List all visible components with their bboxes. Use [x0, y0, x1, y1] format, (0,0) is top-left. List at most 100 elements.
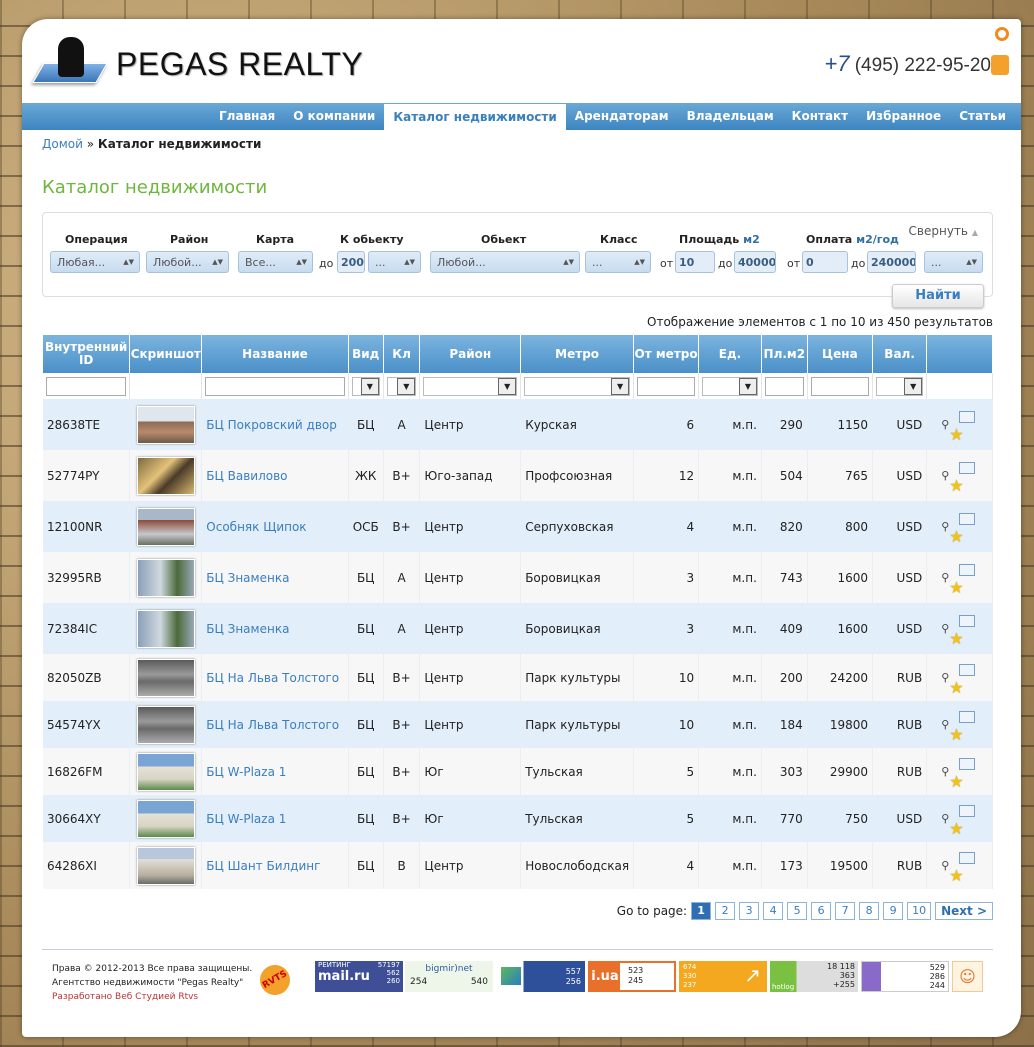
currency-filter-select[interactable]: ▼ [876, 376, 924, 396]
collapse-filter-link[interactable]: Свернуть ▲ [909, 224, 978, 238]
stat-counter[interactable]: 557 256 [497, 961, 585, 992]
property-thumbnail[interactable] [136, 705, 195, 744]
table-row[interactable]: 82050ZB БЦ На Льва Толстого БЦ B+ Центр Парк … [43, 654, 993, 701]
property-name-link[interactable]: БЦ Шант Билдинг [206, 859, 320, 873]
nav-item-home[interactable]: Главная [210, 103, 284, 130]
page-10-button[interactable]: 10 [907, 902, 932, 920]
nav-item-contact[interactable]: Контакт [783, 103, 858, 130]
liveinternet-counter[interactable]: 674 330 237 ↗ [679, 961, 767, 992]
col-header-metro[interactable]: Метро [520, 335, 635, 373]
table-row[interactable]: 28638TE БЦ Покровский двор БЦ A Центр Курская… [43, 399, 993, 450]
envelope-icon[interactable] [959, 804, 976, 817]
star-icon[interactable]: ★ [949, 578, 963, 597]
class-filter-select[interactable]: ▼ [386, 376, 417, 396]
table-row[interactable]: 12100NR Особняк Щипок ОСБ B+ Центр Серпуховск… [43, 501, 993, 552]
table-row[interactable]: 52774PY БЦ Вавилово ЖК B+ Юго-запад Профсоюзн… [43, 450, 993, 501]
star-icon[interactable]: ★ [949, 629, 963, 648]
property-thumbnail[interactable] [136, 507, 195, 546]
distance-filter-input[interactable] [637, 376, 696, 396]
payment-from-input[interactable]: 0 [802, 251, 848, 273]
envelope-icon[interactable] [959, 663, 976, 676]
to-object-select[interactable]: ... ▲▼ [368, 251, 421, 273]
next-page-button[interactable]: Next > [935, 902, 993, 920]
star-icon[interactable]: ★ [949, 476, 963, 495]
mailru-counter[interactable]: РЕЙТИНГ 57197 mail.ru 562 260 [315, 961, 403, 992]
envelope-icon[interactable] [959, 512, 976, 525]
table-row[interactable]: 30664XY БЦ W-Plaza 1 БЦ B+ Юг Тульская 5 м.п. 77… [43, 795, 993, 842]
envelope-icon[interactable] [959, 410, 976, 423]
property-name-link[interactable]: БЦ W-Plaza 1 [206, 812, 286, 826]
property-thumbnail[interactable] [136, 752, 195, 791]
rss-icon[interactable] [991, 55, 1009, 75]
col-header-area[interactable]: Пл.м2 [761, 335, 808, 373]
envelope-icon[interactable] [959, 757, 976, 770]
type-filter-select[interactable]: ▼ [351, 376, 380, 396]
page-6-button[interactable]: 6 [811, 902, 832, 920]
col-header-class[interactable]: Кл [383, 335, 421, 373]
developer-link[interactable]: Разработано Веб Студией Rtvs [52, 990, 252, 1004]
nav-item-about[interactable]: О компании [284, 103, 384, 130]
nav-item-favorites[interactable]: Избранное [857, 103, 950, 130]
table-row[interactable]: 72384IC БЦ Знаменка БЦ A Центр Боровицкая 3 м.п… [43, 603, 993, 654]
page-1-button[interactable]: 1 [691, 902, 712, 920]
col-header-id[interactable]: Внутренний ID [43, 335, 131, 373]
id-filter-input[interactable] [46, 376, 127, 396]
envelope-icon[interactable] [959, 461, 976, 474]
property-thumbnail[interactable] [136, 558, 195, 597]
rvts-logo[interactable]: RVTS [254, 959, 296, 1001]
property-name-link[interactable]: БЦ Покровский двор [206, 418, 337, 432]
envelope-icon[interactable] [959, 710, 976, 723]
area-to-input[interactable]: 40000 [734, 251, 776, 273]
property-thumbnail[interactable] [136, 456, 195, 495]
star-icon[interactable]: ★ [949, 772, 963, 791]
table-row[interactable]: 32995RB БЦ Знаменка БЦ A Центр Боровицкая 3 м.п… [43, 552, 993, 603]
nav-item-owners[interactable]: Владельцам [678, 103, 783, 130]
people-icon[interactable]: ☺ [952, 961, 983, 992]
star-icon[interactable]: ★ [949, 678, 963, 697]
to-object-distance-input[interactable]: 200 [337, 251, 365, 273]
page-4-button[interactable]: 4 [763, 902, 784, 920]
operation-select[interactable]: Любая... ▲▼ [50, 251, 140, 273]
envelope-icon[interactable] [959, 563, 976, 576]
property-thumbnail[interactable] [136, 405, 195, 444]
area-from-input[interactable]: 10 [675, 251, 715, 273]
property-name-link[interactable]: БЦ Знаменка [206, 622, 289, 636]
star-icon[interactable]: ★ [949, 819, 963, 838]
col-header-currency[interactable]: Вал. [872, 335, 928, 373]
district-filter-select[interactable]: ▼ [423, 376, 518, 396]
envelope-icon[interactable] [959, 614, 976, 627]
property-name-link[interactable]: БЦ Знаменка [206, 571, 289, 585]
map-select[interactable]: Все... ▲▼ [238, 251, 313, 273]
hotlog-counter[interactable]: hotlog 18 118 363 +255 [770, 961, 858, 992]
table-row[interactable]: 16826FM БЦ W-Plaza 1 БЦ B+ Юг Тульская 5 м.п. 30… [43, 748, 993, 795]
payment-to-input[interactable]: 240000 [867, 251, 916, 273]
find-button[interactable]: Найти [892, 284, 984, 308]
property-name-link[interactable]: Особняк Щипок [206, 520, 306, 534]
col-header-unit[interactable]: Ед. [698, 335, 762, 373]
payment-select[interactable]: ... ▲▼ [924, 251, 983, 273]
star-icon[interactable]: ★ [949, 425, 963, 444]
col-header-type[interactable]: Вид [348, 335, 384, 373]
property-name-link[interactable]: БЦ Вавилово [206, 469, 287, 483]
property-name-link[interactable]: БЦ W-Plaza 1 [206, 765, 286, 779]
table-row[interactable]: 54574YX БЦ На Льва Толстого БЦ B+ Центр Парк … [43, 701, 993, 748]
property-thumbnail[interactable] [136, 846, 195, 885]
envelope-icon[interactable] [959, 851, 976, 864]
page-9-button[interactable]: 9 [883, 902, 904, 920]
property-name-link[interactable]: БЦ На Льва Толстого [206, 671, 339, 685]
property-thumbnail[interactable] [136, 609, 195, 648]
metro-filter-select[interactable]: ▼ [524, 376, 631, 396]
page-8-button[interactable]: 8 [859, 902, 880, 920]
nav-item-articles[interactable]: Статьи [950, 103, 1015, 130]
col-header-price[interactable]: Цена [807, 335, 874, 373]
logo[interactable]: PEGAS REALTY [32, 37, 363, 91]
property-thumbnail[interactable] [136, 658, 195, 697]
property-name-link[interactable]: БЦ На Льва Толстого [206, 718, 339, 732]
nav-item-catalog[interactable]: Каталог недвижимости [384, 104, 566, 130]
star-icon[interactable]: ★ [949, 725, 963, 744]
price-filter-input[interactable] [810, 376, 869, 396]
page-3-button[interactable]: 3 [739, 902, 760, 920]
col-header-distance[interactable]: От метро [633, 335, 700, 373]
breadcrumb-home[interactable]: Домой [42, 137, 83, 151]
unit-filter-select[interactable]: ▼ [702, 376, 758, 396]
